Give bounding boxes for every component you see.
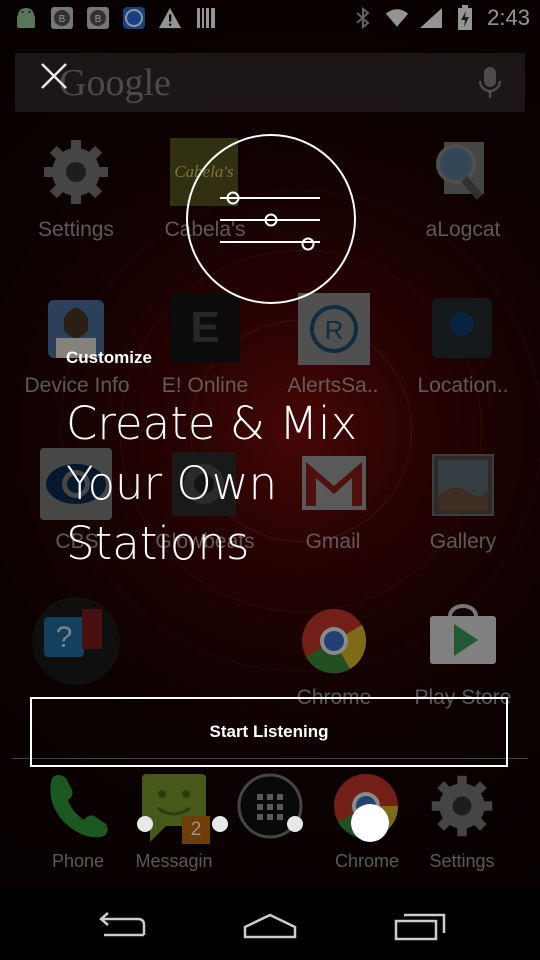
start-listening-button[interactable]: Start Listening xyxy=(30,697,508,767)
home-icon[interactable] xyxy=(235,906,305,946)
navigation-bar xyxy=(0,888,540,960)
headline-line: Create & Mix xyxy=(66,397,358,450)
back-icon[interactable] xyxy=(85,906,155,946)
feature-headline: Create & Mix Your Own Stations xyxy=(66,394,426,574)
page-dot[interactable] xyxy=(287,816,303,832)
page-dot-active[interactable] xyxy=(351,804,389,842)
recent-apps-icon[interactable] xyxy=(385,906,455,946)
headline-line: Stations xyxy=(66,517,250,570)
close-icon[interactable] xyxy=(36,58,72,94)
feature-eyebrow: Customize xyxy=(66,348,152,367)
equalizer-sliders-icon xyxy=(186,134,356,304)
headline-line: Your Own xyxy=(66,457,278,510)
page-dot[interactable] xyxy=(212,816,228,832)
page-dot[interactable] xyxy=(137,816,153,832)
